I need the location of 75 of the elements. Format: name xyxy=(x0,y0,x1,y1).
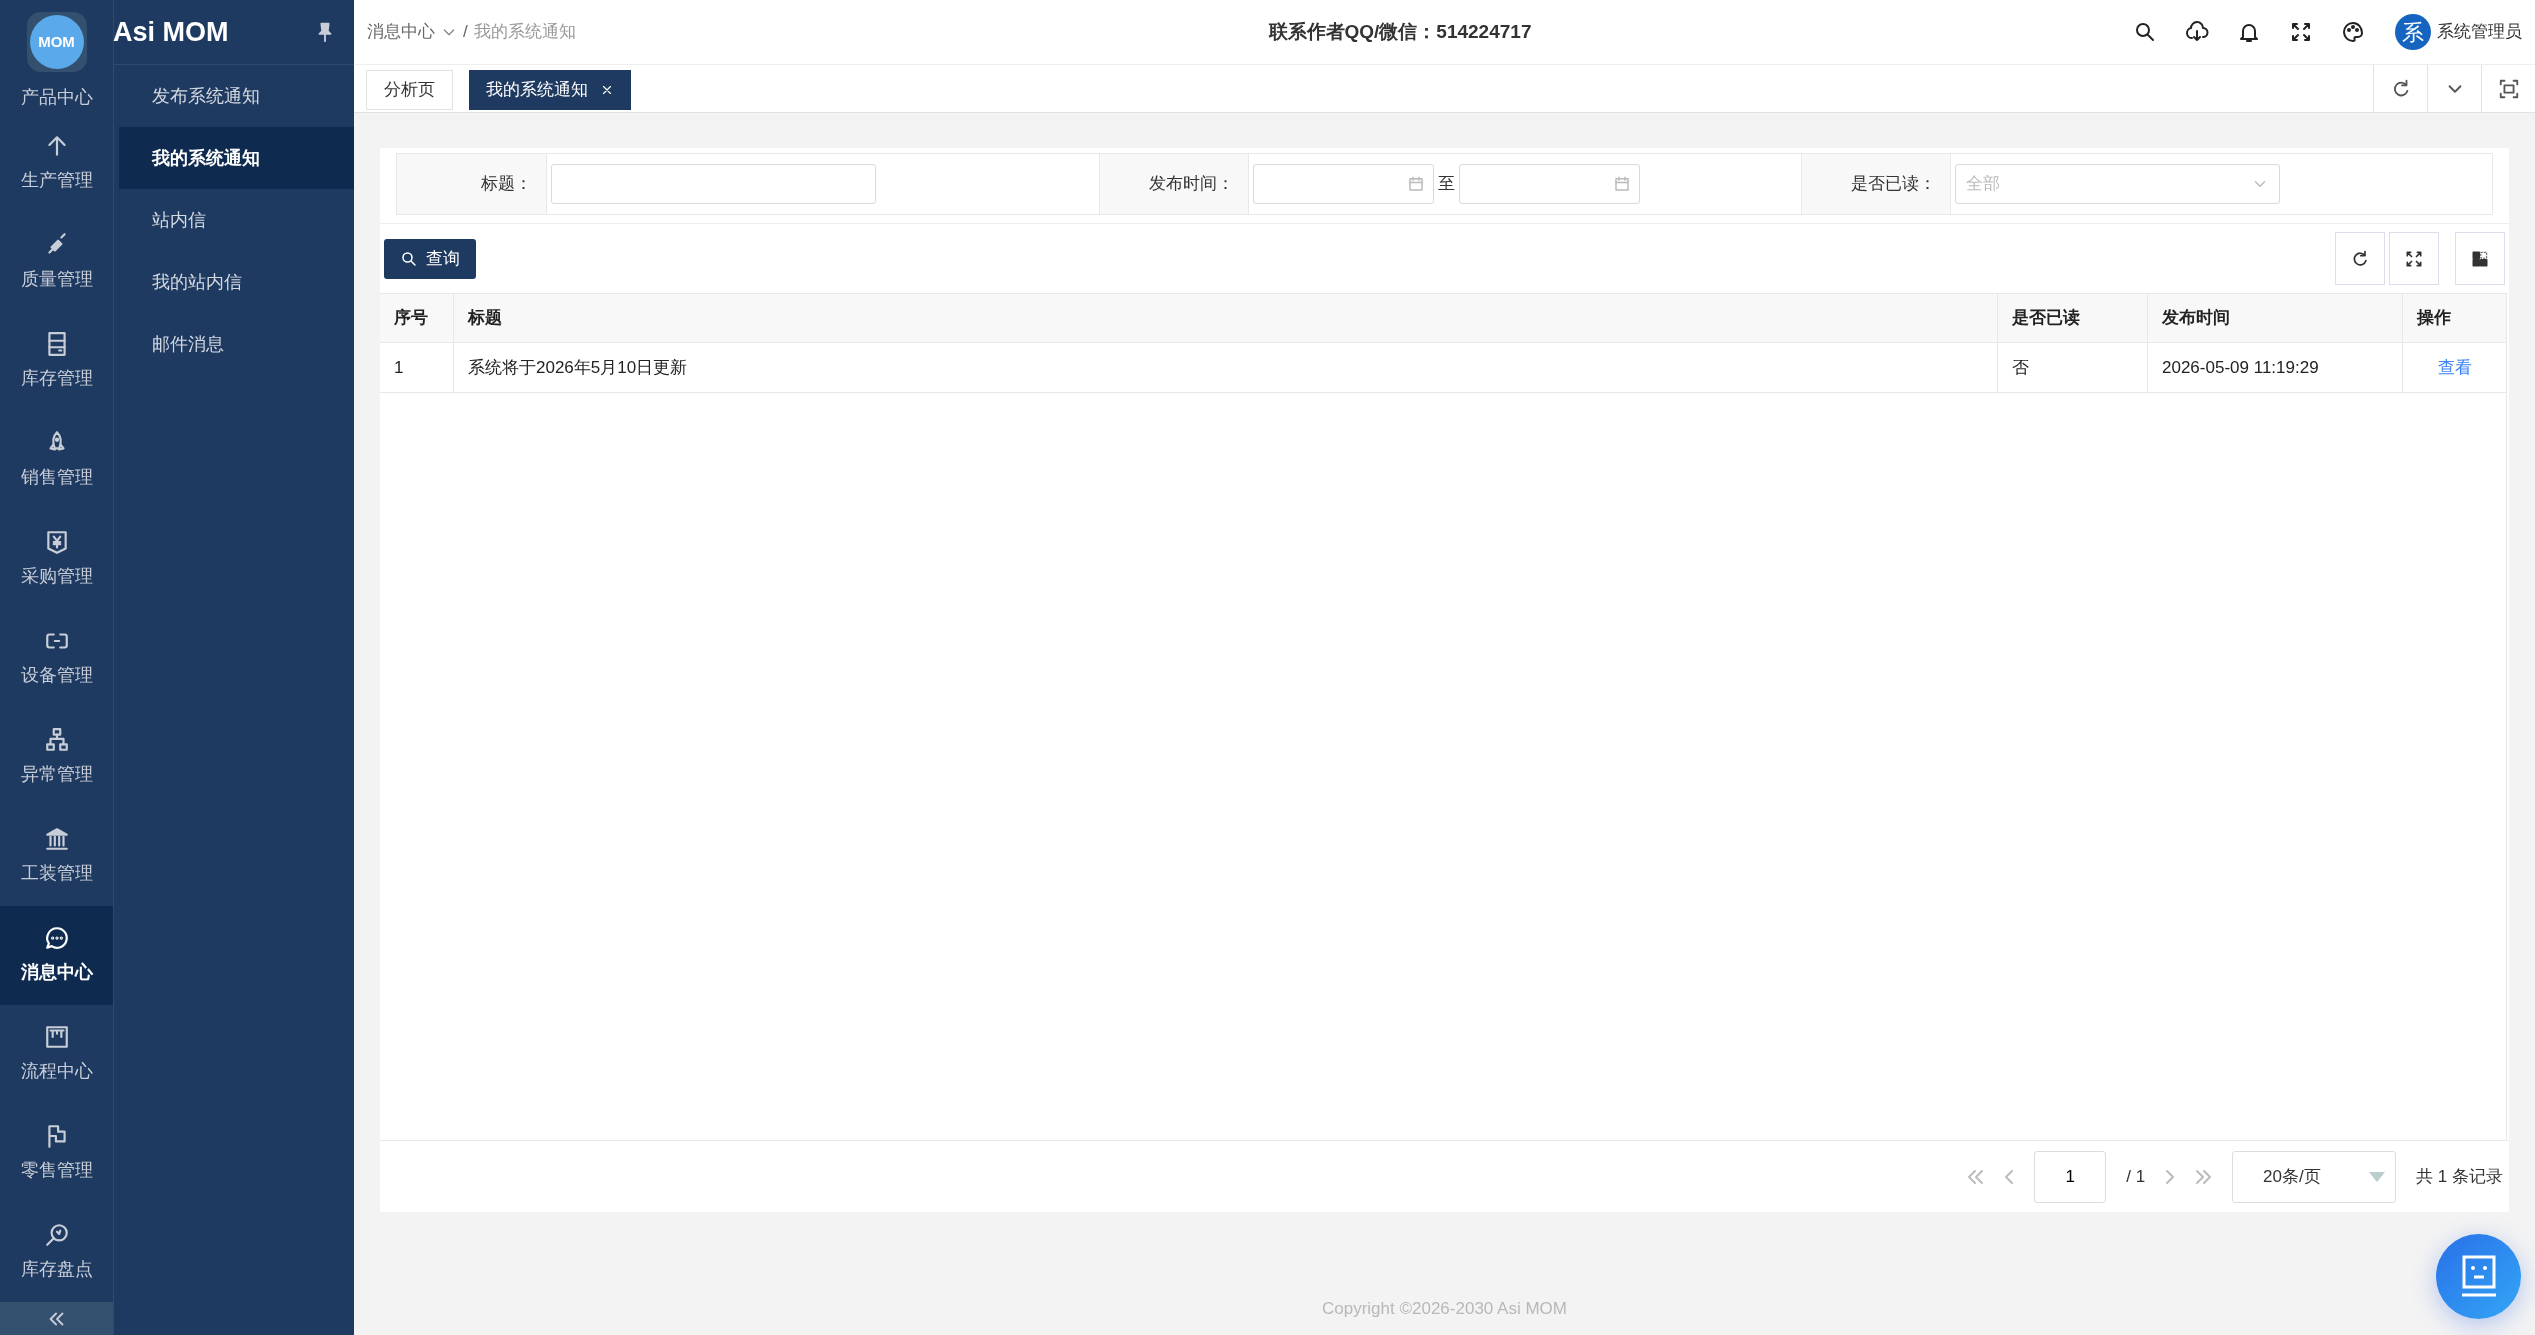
assistant-button[interactable] xyxy=(2436,1234,2521,1319)
logo: MOM xyxy=(26,12,87,72)
expand-icon xyxy=(2404,248,2424,269)
fullscreen-icon xyxy=(2289,20,2313,44)
calendar-icon xyxy=(1407,175,1425,193)
search-icon xyxy=(400,249,418,268)
search-button[interactable] xyxy=(2133,20,2157,44)
table-cell-text: 1 xyxy=(394,356,404,379)
caret-down-icon xyxy=(2369,1171,2386,1182)
rail-menu-item[interactable]: 流程中心 xyxy=(0,1005,113,1104)
column-header: 序号 xyxy=(394,307,428,330)
breadcrumb-link[interactable]: 消息中心 xyxy=(367,19,435,45)
submenu-item[interactable]: 站内信 xyxy=(119,189,354,251)
page-size-select[interactable]: 20条/页 xyxy=(2232,1150,2397,1203)
user-avatar[interactable]: 系 xyxy=(2395,14,2431,50)
board-icon xyxy=(43,1024,70,1050)
maximize-icon xyxy=(2497,77,2520,100)
rail-menu-item[interactable]: 消息中心 xyxy=(0,906,113,1005)
range-separator: 至 xyxy=(1438,173,1455,196)
query-button[interactable]: 查询 xyxy=(384,238,476,279)
app-title: Asi MOM xyxy=(113,15,229,49)
calendar-icon xyxy=(1613,175,1631,193)
cloud-download-button[interactable] xyxy=(2185,20,2209,44)
cloud-download-icon xyxy=(2185,20,2209,44)
rail-menu-item[interactable]: 异常管理 xyxy=(0,708,113,807)
title-input[interactable] xyxy=(551,164,876,204)
column-header: 标题 xyxy=(468,307,502,330)
filter-label: 发布时间： xyxy=(1149,173,1234,196)
robot-icon xyxy=(2460,1254,2497,1299)
table-cell-text: 2026-05-09 11:19:29 xyxy=(2162,356,2319,379)
page-tab[interactable]: 我的系统通知 xyxy=(469,70,631,110)
expand-button[interactable] xyxy=(2389,232,2439,285)
rail-menu-item[interactable]: 销售管理 xyxy=(0,411,113,510)
rail-menu-item[interactable]: 库存盘点 xyxy=(0,1203,113,1302)
column-header: 发布时间 xyxy=(2162,307,2230,330)
close-icon xyxy=(600,83,614,97)
rail-menu-item[interactable]: 库存管理 xyxy=(0,312,113,411)
copyright-text: Copyright ©2026-2030 Asi MOM xyxy=(1322,1297,1567,1320)
sitemap-icon xyxy=(43,727,70,753)
user-name[interactable]: 系统管理员 xyxy=(2437,19,2522,45)
view-link[interactable]: 查看 xyxy=(2437,354,2472,381)
refresh-button[interactable] xyxy=(2335,232,2385,285)
rail-menu-item[interactable]: 质量管理 xyxy=(0,213,113,312)
fullscreen-button[interactable] xyxy=(2289,20,2313,44)
chat-icon xyxy=(43,925,70,951)
page-tab[interactable]: 分析页 xyxy=(366,70,453,110)
submenu-item[interactable]: 邮件消息 xyxy=(119,313,354,375)
breadcrumb-separator: / xyxy=(463,21,468,44)
rail-menu-item[interactable]: 采购管理 xyxy=(0,510,113,609)
rail-menu-item[interactable]: 零售管理 xyxy=(0,1104,113,1203)
record-count: 共 1 条记录 xyxy=(2416,1165,2503,1188)
table-cell-text: 系统将于2026年5月10日更新 xyxy=(468,356,688,379)
rail-menu-item[interactable]: 设备管理 xyxy=(0,609,113,708)
date-field[interactable] xyxy=(1253,164,1434,204)
contact-info: 联系作者QQ/微信：514224717 xyxy=(1268,19,1532,44)
page-total: / 1 xyxy=(2126,1165,2146,1188)
filter-label: 是否已读： xyxy=(1851,173,1936,196)
date-field[interactable] xyxy=(1459,164,1640,204)
grid-button[interactable] xyxy=(2455,232,2505,285)
palette-button[interactable] xyxy=(2341,20,2365,44)
rail-menu-item[interactable]: 生产管理 xyxy=(0,114,113,213)
submenu-item[interactable]: 我的站内信 xyxy=(119,251,354,313)
column-header: 是否已读 xyxy=(2012,307,2080,330)
search-icon xyxy=(2133,20,2157,44)
table-cell-text: 否 xyxy=(2012,356,2029,379)
rail-menu-item[interactable]: 工装管理 xyxy=(0,807,113,906)
submenu-item[interactable]: 发布系统通知 xyxy=(119,65,354,127)
filter-label: 标题： xyxy=(481,173,532,196)
bank-icon xyxy=(43,826,70,852)
page-input[interactable]: 1 xyxy=(2034,1150,2107,1203)
palette-icon xyxy=(2341,20,2365,44)
magnifier-icon xyxy=(43,1222,70,1248)
column-header: 操作 xyxy=(2417,307,2451,330)
rail-menu-item[interactable]: 产品中心 xyxy=(0,84,113,114)
submenu-item[interactable]: 我的系统通知 xyxy=(119,127,354,189)
